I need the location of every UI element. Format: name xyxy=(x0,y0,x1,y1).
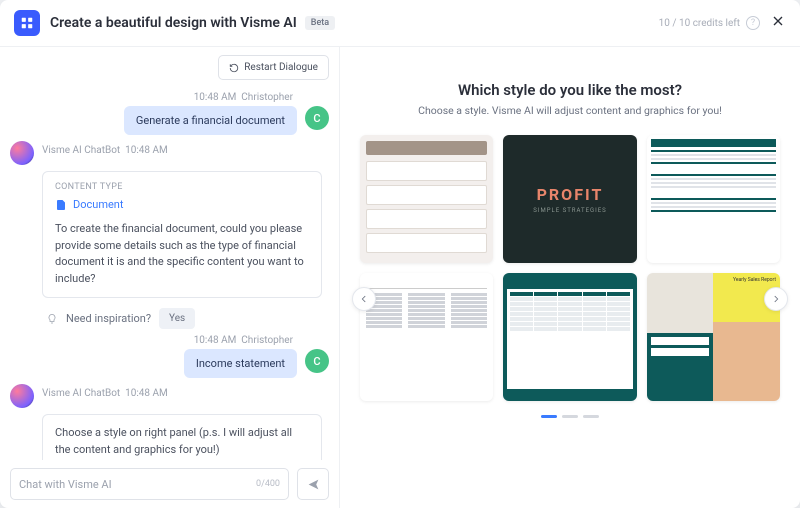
template-card[interactable]: Yearly Sales Report xyxy=(647,273,780,401)
chat-input-bar: 0/400 xyxy=(0,460,339,508)
bot-message-row: Visme AI ChatBot 10:48 AM xyxy=(10,141,329,165)
template-card[interactable]: PROFITSIMPLE STRATEGIES xyxy=(503,135,636,263)
user-message-row: Income statement C xyxy=(10,349,329,378)
bot-meta: Visme AI ChatBot 10:48 AM xyxy=(42,388,168,399)
beta-badge: Beta xyxy=(305,16,335,30)
carousel-prev-button[interactable] xyxy=(352,287,376,311)
char-counter: 0/400 xyxy=(256,479,280,489)
chat-input-wrap[interactable]: 0/400 xyxy=(10,468,289,500)
bot-avatar xyxy=(10,384,34,408)
bot-avatar xyxy=(10,141,34,165)
template-card[interactable] xyxy=(360,273,493,401)
template-card[interactable] xyxy=(360,135,493,263)
carousel-dot[interactable] xyxy=(583,415,599,418)
style-panel: Which style do you like the most? Choose… xyxy=(340,47,800,508)
bot-meta: Visme AI ChatBot 10:48 AM xyxy=(42,145,168,156)
close-button[interactable] xyxy=(770,13,786,33)
template-grid: PROFITSIMPLE STRATEGIES Yearly Sales Rep… xyxy=(360,135,780,401)
chat-panel: Restart Dialogue 10:48 AM Christopher Ge… xyxy=(0,47,340,508)
credits-text: 10 / 10 credits left xyxy=(659,18,740,29)
modal-body: Restart Dialogue 10:48 AM Christopher Ge… xyxy=(0,47,800,508)
user-message-row: Generate a financial document C xyxy=(10,106,329,135)
bot-card: Choose a style on right panel (p.s. I wi… xyxy=(42,414,322,460)
style-title: Which style do you like the most? xyxy=(360,81,780,99)
bot-text: To create the financial document, could … xyxy=(55,221,309,287)
title-bar: Create a beautiful design with Visme AI … xyxy=(0,0,800,47)
chat-input[interactable] xyxy=(19,478,256,491)
carousel-dot[interactable] xyxy=(562,415,578,418)
bot-card: CONTENT TYPE Document To create the fina… xyxy=(42,171,322,298)
app-logo xyxy=(14,10,40,36)
ai-design-modal: Create a beautiful design with Visme AI … xyxy=(0,0,800,508)
user-avatar: C xyxy=(305,349,329,373)
help-icon[interactable]: ? xyxy=(746,16,760,30)
user-bubble: Income statement xyxy=(184,349,297,378)
refresh-icon xyxy=(229,63,239,73)
message-meta: 10:48 AM Christopher xyxy=(10,335,293,346)
bot-message-row: Visme AI ChatBot 10:48 AM xyxy=(10,384,329,408)
message-meta: 10:48 AM Christopher xyxy=(10,92,293,103)
carousel-dots xyxy=(360,415,780,418)
document-icon xyxy=(55,199,67,211)
restart-dialogue-button[interactable]: Restart Dialogue xyxy=(218,55,329,80)
carousel-dot[interactable] xyxy=(541,415,557,418)
template-card[interactable] xyxy=(647,135,780,263)
carousel-next-button[interactable] xyxy=(764,287,788,311)
user-bubble: Generate a financial document xyxy=(124,106,297,135)
chat-scroll[interactable]: 10:48 AM Christopher Generate a financia… xyxy=(0,88,339,460)
user-avatar: C xyxy=(305,106,329,130)
restart-label: Restart Dialogue xyxy=(244,62,318,73)
template-card[interactable] xyxy=(503,273,636,401)
bot-text: Choose a style on right panel (p.s. I wi… xyxy=(55,425,309,458)
content-type-value: Document xyxy=(55,198,309,211)
modal-title: Create a beautiful design with Visme AI xyxy=(50,15,297,31)
content-type-label: CONTENT TYPE xyxy=(55,182,309,192)
style-subtitle: Choose a style. Visme AI will adjust con… xyxy=(360,104,780,117)
inspiration-yes-button[interactable]: Yes xyxy=(159,308,195,329)
send-icon xyxy=(307,478,320,491)
lightbulb-icon xyxy=(46,313,58,325)
send-button[interactable] xyxy=(297,468,329,500)
inspiration-row: Need inspiration? Yes xyxy=(46,308,329,329)
inspiration-label: Need inspiration? xyxy=(66,312,151,325)
